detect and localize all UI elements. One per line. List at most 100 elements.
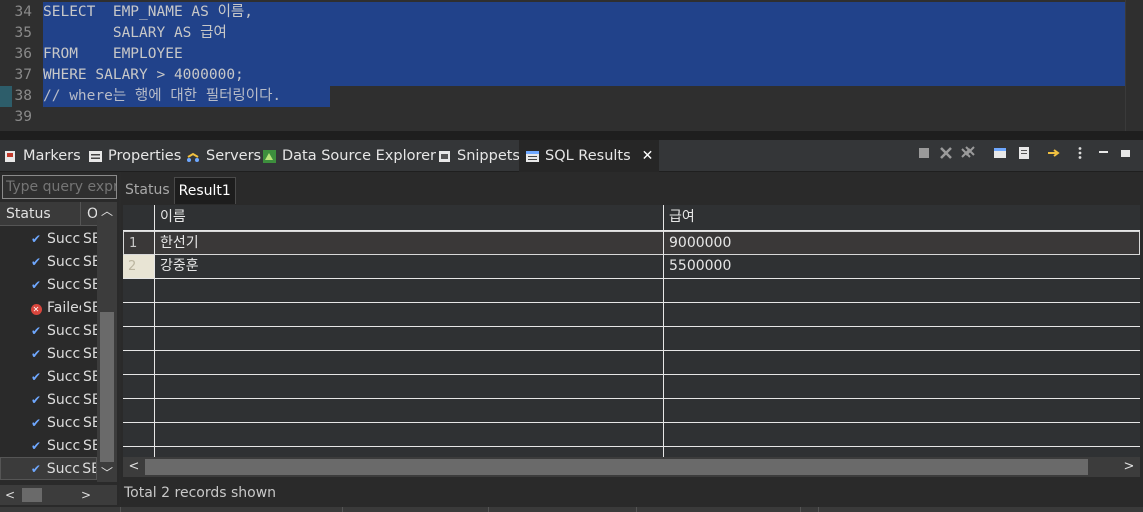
remove-icon[interactable] [939,146,953,160]
table-cell[interactable]: 강중훈 [155,255,199,278]
markers-icon [5,150,15,162]
history-row[interactable]: ✕ Failec SE [0,296,97,319]
success-check-icon: ✔ [30,369,42,384]
grid-horizontal-scrollbar[interactable]: < > [123,457,1140,477]
success-check-icon: ✔ [30,346,42,361]
table-row[interactable]: 2 강중훈 5500000 [123,255,1140,279]
tab-data-source-explorer[interactable]: Data Source Explorer [262,140,436,172]
history-row[interactable]: ✔ Succe SE [0,411,97,434]
sql-history-pane: Status Op ✔ Succe SE ✔ Succe SE ✔ Succe … [0,172,119,507]
result-grid[interactable]: 이름 급여 1 한선기 9000000 2 강중훈 5500000 [123,205,1140,457]
code-text[interactable]: FROM EMPLOYEE [43,44,183,65]
history-row[interactable]: ✔ Succe SE [0,365,97,388]
scrollbar-thumb[interactable] [100,312,114,462]
column-header-name[interactable]: 이름 [155,206,186,229]
line-number: 37 [14,67,32,83]
sql-editor[interactable]: 34 SELECT EMP_NAME AS 이름, 35 SALARY AS 급… [0,0,1143,131]
query-filter-input[interactable] [2,175,117,199]
history-row[interactable]: ✔ Succe SE [0,388,97,411]
row-number: 1 [129,236,138,251]
line-number: 35 [14,25,32,41]
column-divider [663,205,664,457]
success-check-icon: ✔ [30,323,42,338]
table-row[interactable]: 1 한선기 9000000 [123,231,1140,255]
tab-label: SQL Results [545,148,631,164]
chevron-left-icon[interactable]: < [123,457,145,477]
table-cell[interactable]: 9000000 [664,232,731,255]
success-check-icon: ✔ [30,277,42,292]
tab-result1[interactable]: Result1 [173,177,236,204]
minimize-icon[interactable] [1097,146,1111,160]
code-line[interactable]: 36 FROM EMPLOYEE [0,44,1143,65]
scrollbar-thumb[interactable] [145,459,1088,475]
tab-sql-results[interactable]: SQL Results ✕ [519,140,660,172]
arrow-icon[interactable] [1047,146,1061,160]
chevron-down-icon[interactable]: ﹀ [97,464,117,482]
history-row[interactable]: ✔ Succe SE [0,434,97,457]
table-cell[interactable]: 한선기 [155,232,199,255]
code-text[interactable]: SELECT EMP_NAME AS 이름, [43,2,253,23]
tab-snippets[interactable]: Snippets [437,140,520,172]
code-line[interactable]: 35 SALARY AS 급여 [0,23,1143,44]
history-row[interactable]: ✔ Succe SE [0,457,97,480]
code-text[interactable]: WHERE SALARY > 4000000; [43,65,244,86]
history-status: Succe [47,276,81,293]
chevron-right-icon[interactable]: > [76,485,96,505]
result-subtabs: Status Result1 [121,177,236,204]
column-header-salary[interactable]: 급여 [664,206,695,229]
tab-label: Data Source Explorer [282,148,437,164]
sash[interactable] [0,131,1143,140]
maximize-icon[interactable] [1119,146,1133,160]
history-row[interactable]: ✔ Succe SE [0,227,97,250]
history-vertical-scrollbar[interactable]: ︿ ﹀ [97,202,117,482]
empty-row [123,351,1140,375]
remove-all-icon[interactable] [961,146,975,160]
history-row[interactable]: ✔ Succe SE [0,250,97,273]
history-table-header: Status Op [0,202,97,226]
tab-properties[interactable]: Properties [88,140,181,172]
history-operation: SE [83,299,97,316]
column-header-status[interactable]: Status [0,202,81,226]
success-check-icon: ✔ [30,461,41,476]
code-line[interactable]: 34 SELECT EMP_NAME AS 이름, [0,2,1143,23]
success-check-icon: ✔ [30,254,42,269]
scrollbar-thumb[interactable] [22,488,42,502]
history-operation: SE [83,368,97,385]
stop-icon[interactable] [917,146,931,160]
records-count-status: Total 2 records shown [124,485,277,501]
history-row[interactable]: ✔ Succe SE [0,342,97,365]
chevron-left-icon[interactable]: < [0,485,20,505]
code-line[interactable]: 37 WHERE SALARY > 4000000; [0,65,1143,86]
history-row[interactable]: ✔ Succe SE [0,319,97,342]
history-operation: SE [83,414,97,431]
history-operation: SE [83,437,97,454]
code-line[interactable]: 38 // where는 행에 대한 필터링이다. [0,86,1143,107]
tab-servers[interactable]: Servers [186,140,261,172]
success-check-icon: ✔ [30,231,42,246]
line-number: 39 [14,109,32,125]
chevron-up-icon[interactable]: ︿ [97,202,117,220]
success-check-icon: ✔ [30,415,42,430]
history-operation: SE [83,322,97,339]
code-text[interactable]: // where는 행에 대한 필터링이다. [43,86,281,107]
grid-header-row: 이름 급여 [123,205,1140,231]
tab-markers[interactable]: Markers [3,140,81,172]
view-menu-icon[interactable] [1073,146,1087,160]
editor-vertical-scrollbar[interactable] [1125,0,1143,131]
save-icon[interactable] [1017,146,1031,160]
servers-icon [187,152,199,162]
status-bar [0,507,1143,512]
chevron-right-icon[interactable]: > [1118,457,1140,477]
empty-row [123,423,1140,447]
history-status: Succe [46,460,80,477]
code-line[interactable]: 39 [0,107,1143,128]
table-cell[interactable]: 5500000 [664,255,731,278]
history-row[interactable]: ✔ Succe SE [0,273,97,296]
display-icon[interactable] [993,146,1007,160]
column-header-operation[interactable]: Op [81,202,97,226]
code-text[interactable]: SALARY AS 급여 [43,23,227,44]
tab-status[interactable]: Status [121,177,174,204]
history-horizontal-scrollbar[interactable]: < > [0,485,117,505]
close-icon[interactable]: ✕ [642,148,654,164]
history-operation: SE [83,276,97,293]
